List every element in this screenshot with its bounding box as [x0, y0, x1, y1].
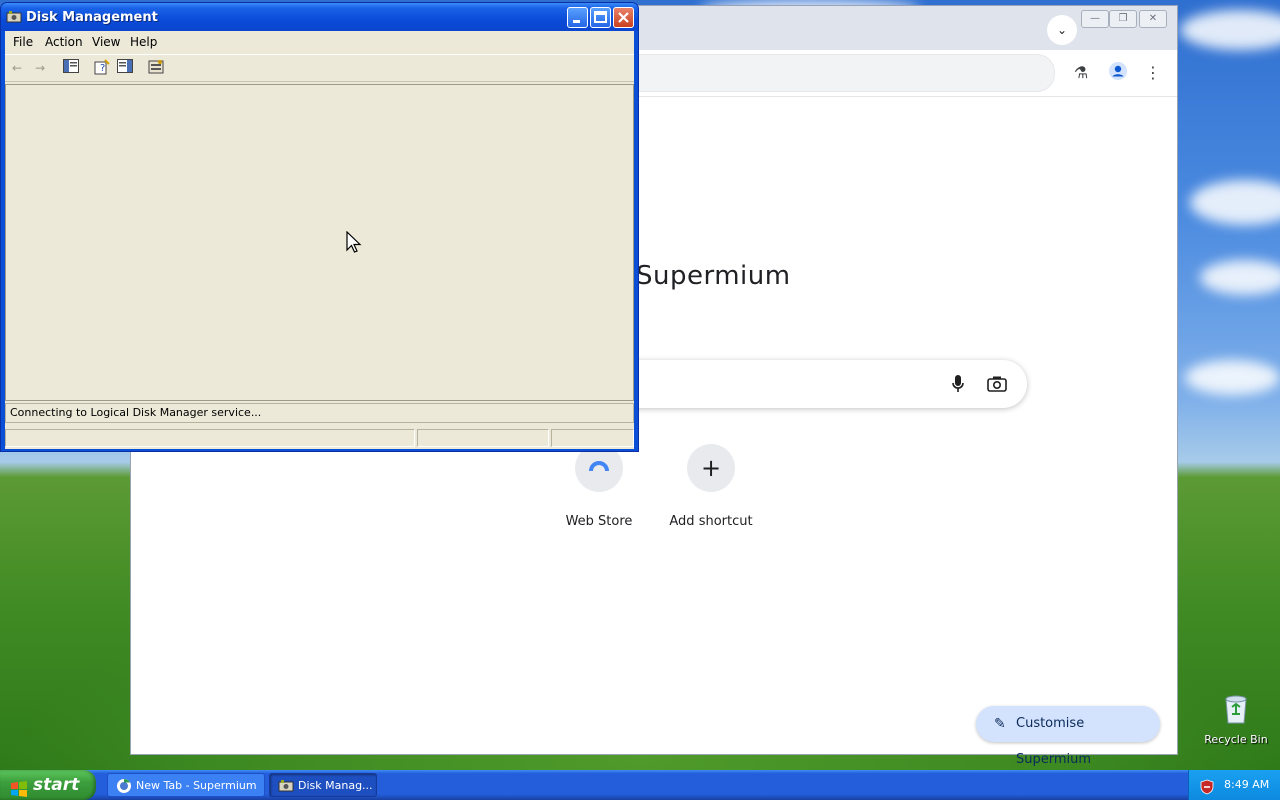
address-bar[interactable]: [601, 54, 1055, 92]
recycle-bin-desktop-icon[interactable]: Recycle Bin: [1203, 693, 1269, 746]
disk-management-app-icon: [278, 778, 294, 796]
taskbar-item-disk-management[interactable]: Disk Manag...: [269, 773, 377, 797]
minimize-button[interactable]: [567, 7, 588, 28]
status-bar-cell: [551, 429, 634, 447]
window-client-area: File Action View Help ← → ? Connecting t…: [5, 31, 634, 449]
security-shield-icon[interactable]: [1199, 777, 1215, 807]
window-status-bar: [5, 427, 634, 449]
window-toolbar: ← → ?: [5, 54, 634, 82]
customise-button[interactable]: ✎ Customise Supermium: [976, 706, 1160, 767]
taskbar: start New Tab - Supermium Disk Manag... …: [0, 770, 1280, 800]
supermium-icon: [116, 778, 132, 796]
show-hide-action-pane-icon[interactable]: [116, 59, 134, 77]
disk-management-window: Disk Management File Action View Help ← …: [0, 2, 639, 452]
recycle-bin-label: Recycle Bin: [1204, 733, 1268, 746]
ntp-title: Supermium: [636, 261, 791, 291]
browser-menu-icon[interactable]: ⋮: [1141, 61, 1165, 85]
menu-help[interactable]: Help: [130, 35, 157, 49]
customise-label: Customise Supermium: [1016, 716, 1092, 767]
disk-view-pane: [5, 84, 634, 401]
start-label: start: [33, 775, 80, 795]
status-bar-cell: [417, 429, 549, 447]
taskbar-item-browser[interactable]: New Tab - Supermium: [107, 773, 265, 797]
window-titlebar[interactable]: Disk Management: [1, 3, 638, 31]
maximize-button[interactable]: [590, 7, 611, 28]
forward-arrow-icon[interactable]: →: [31, 59, 49, 77]
pencil-icon: ✎: [994, 716, 1006, 732]
svg-text:?: ?: [100, 63, 105, 74]
ntp-search-box[interactable]: [601, 360, 1027, 408]
browser-minimize-button[interactable]: —: [1081, 10, 1109, 28]
show-hide-console-tree-icon[interactable]: [62, 59, 80, 77]
shortcut-label: Add shortcut: [669, 514, 753, 529]
recycle-bin-icon: [1220, 693, 1252, 725]
status-message: Connecting to Logical Disk Manager servi…: [10, 406, 262, 419]
shortcut-label: Web Store: [565, 514, 633, 529]
microphone-icon[interactable]: [951, 374, 965, 397]
browser-close-button[interactable]: ✕: [1139, 10, 1167, 28]
taskbar-item-label: New Tab - Supermium: [136, 779, 257, 792]
system-tray: 8:49 AM: [1188, 770, 1280, 800]
menu-action[interactable]: Action: [45, 35, 83, 49]
disk-management-app-icon: [6, 9, 22, 25]
taskbar-item-label: Disk Manag...: [298, 779, 373, 792]
start-button[interactable]: start: [0, 770, 96, 800]
close-button[interactable]: [613, 7, 634, 28]
menu-file[interactable]: File: [13, 35, 33, 49]
labs-flask-icon[interactable]: ⚗: [1069, 61, 1093, 85]
help-properties-icon[interactable]: ?: [93, 59, 111, 77]
mouse-pointer-icon: [346, 230, 362, 255]
plus-icon: +: [687, 444, 735, 492]
camera-search-icon[interactable]: [987, 375, 1007, 396]
status-message-panel: Connecting to Logical Disk Manager servi…: [5, 403, 634, 423]
profile-icon[interactable]: [1106, 61, 1130, 85]
shortcut-web-store[interactable]: Web Store: [539, 444, 659, 529]
tab-search-dropdown-icon[interactable]: ⌄: [1047, 15, 1077, 45]
back-arrow-icon[interactable]: ←: [8, 59, 26, 77]
clock[interactable]: 8:49 AM: [1224, 770, 1269, 800]
shortcut-add[interactable]: + Add shortcut: [651, 444, 771, 529]
windows-logo-icon: [10, 777, 28, 807]
menu-view[interactable]: View: [92, 35, 120, 49]
window-title: Disk Management: [26, 10, 158, 25]
disk-settings-icon[interactable]: [147, 59, 165, 77]
browser-restore-button[interactable]: ❐: [1109, 10, 1137, 28]
status-bar-cell: [5, 429, 415, 447]
menu-bar: File Action View Help: [5, 31, 634, 53]
